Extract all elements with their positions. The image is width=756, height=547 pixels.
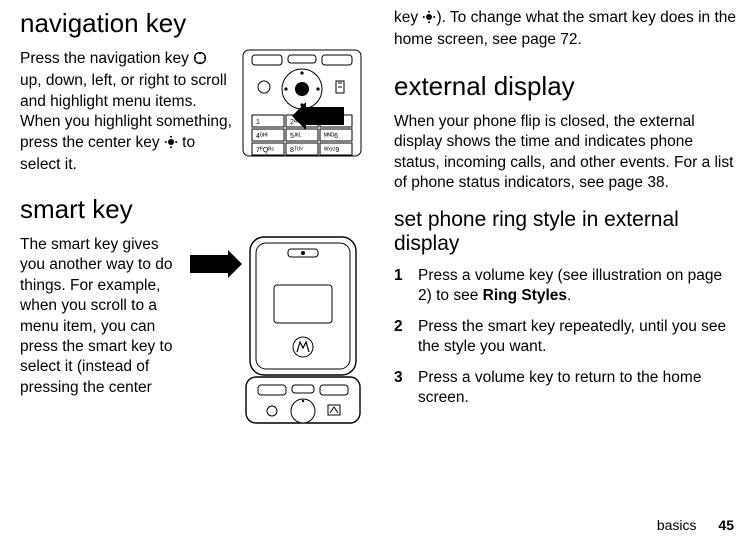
- smart-key-continued: key ). To change what the smart key does…: [394, 8, 736, 51]
- svg-text:8ᵀᵁⱽ: 8ᵀᵁⱽ: [290, 146, 303, 154]
- heading-navigation-key: navigation key: [20, 8, 362, 39]
- arrow-left-icon: [304, 107, 344, 125]
- right-column: key ). To change what the smart key does…: [394, 8, 736, 429]
- left-column: navigation key: [20, 8, 362, 429]
- step1-c: .: [567, 287, 571, 304]
- svg-text:ᵂˣʸᶻ9: ᵂˣʸᶻ9: [324, 147, 339, 154]
- nav-key-icon: [193, 51, 207, 71]
- center-key-icon: [164, 135, 178, 155]
- svg-text:1: 1: [256, 119, 260, 126]
- external-display-paragraph: When your phone flip is closed, the exte…: [394, 112, 736, 194]
- heading-external-display: external display: [394, 71, 736, 102]
- step-1: Press a volume key (see illustration on …: [394, 266, 736, 307]
- ring-style-steps: Press a volume key (see illustration on …: [394, 266, 736, 409]
- page-footer: basics 45: [657, 517, 734, 533]
- nav-text-b: up, down, left, or right to scroll and h…: [20, 72, 232, 150]
- nav-key-illustration: 12ᴬᴮᶜᴰᴱᶠ3 4ᴳᴴᴵ5ᴶᴷᴸᴹᴺᴼ6 7ᴾQᴿˢ8ᵀᵁⱽᵂˣʸᶻ9: [242, 49, 362, 157]
- cont-a: key: [394, 9, 422, 26]
- svg-text:5ᴶᴷᴸ: 5ᴶᴷᴸ: [290, 133, 302, 140]
- phone-closed-image: [244, 235, 362, 425]
- heading-ring-style: set phone ring style in external display: [394, 208, 736, 256]
- center-key-icon: [422, 10, 436, 30]
- nav-text-a: Press the navigation key: [20, 50, 193, 67]
- footer-page-number: 45: [718, 517, 734, 533]
- page-columns: navigation key: [0, 0, 756, 429]
- step3-a: Press a volume key to return to the home…: [418, 368, 736, 409]
- nav-key-block: 12ᴬᴮᶜᴰᴱᶠ3 4ᴳᴴᴵ5ᴶᴷᴸᴹᴺᴼ6 7ᴾQᴿˢ8ᵀᵁⱽᵂˣʸᶻ9 Pr…: [20, 49, 362, 176]
- step-3: Press a volume key to return to the home…: [394, 368, 736, 409]
- arrow-right-icon: [190, 255, 230, 273]
- svg-text:7ᴾQᴿˢ: 7ᴾQᴿˢ: [256, 147, 274, 154]
- step1-b: Ring Styles: [483, 287, 567, 304]
- footer-section-label: basics: [657, 517, 697, 533]
- svg-text:4ᴳᴴᴵ: 4ᴳᴴᴵ: [256, 133, 268, 140]
- heading-smart-key: smart key: [20, 194, 362, 225]
- step2-a: Press the smart key repeatedly, until yo…: [418, 317, 736, 358]
- smart-key-block: The smart key gives you another way to d…: [20, 235, 362, 429]
- smart-key-illustration: [190, 235, 362, 425]
- step-2: Press the smart key repeatedly, until yo…: [394, 317, 736, 358]
- cont-b: ). To change what the smart key does in …: [394, 9, 736, 48]
- svg-text:ᴹᴺᴼ6: ᴹᴺᴼ6: [324, 133, 338, 140]
